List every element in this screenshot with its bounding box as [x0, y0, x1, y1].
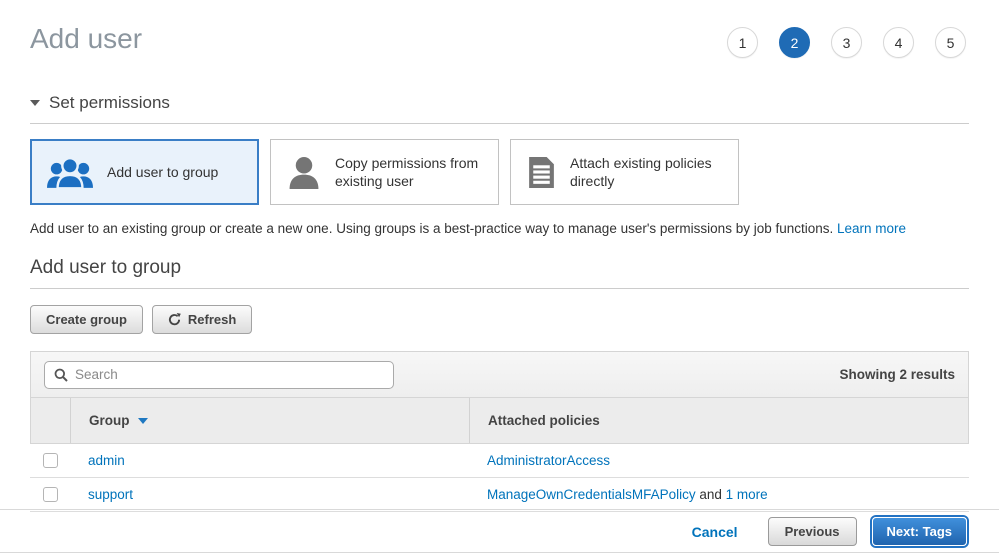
column-header-attached-policies: Attached policies — [470, 398, 968, 443]
option-attach-policies[interactable]: Attach existing policies directly — [510, 139, 739, 205]
and-text: and — [696, 487, 726, 502]
search-input[interactable] — [75, 367, 384, 382]
section-title: Set permissions — [49, 93, 170, 113]
option-label: Copy permissions from existing user — [335, 154, 486, 190]
table-toolbar: Showing 2 results — [30, 351, 969, 398]
option-label: Add user to group — [107, 163, 218, 181]
row-checkbox[interactable] — [43, 487, 58, 502]
add-user-wizard-page: Add user 1 2 3 4 5 Set permissions — [0, 0, 999, 557]
learn-more-link[interactable]: Learn more — [837, 221, 906, 236]
search-box[interactable] — [44, 361, 394, 389]
group-actions: Create group Refresh — [30, 305, 969, 334]
wizard-footer: Cancel Previous Next: Tags — [692, 517, 967, 546]
cancel-button[interactable]: Cancel — [692, 524, 738, 540]
description-text: Add user to an existing group or create … — [30, 221, 833, 236]
policy-link[interactable]: ManageOwnCredentialsMFAPolicy — [487, 487, 696, 502]
groups-description: Add user to an existing group or create … — [30, 221, 969, 236]
group-name-link[interactable]: support — [88, 487, 133, 502]
table-header-row: Group Attached policies — [30, 398, 969, 444]
step-3[interactable]: 3 — [831, 27, 862, 58]
results-count: Showing 2 results — [839, 367, 955, 382]
heading-divider — [30, 288, 969, 289]
step-1[interactable]: 1 — [727, 27, 758, 58]
more-policies-link[interactable]: 1 more — [726, 487, 768, 502]
step-5[interactable]: 5 — [935, 27, 966, 58]
table-row: admin AdministratorAccess — [30, 444, 969, 478]
create-group-button[interactable]: Create group — [30, 305, 143, 334]
option-copy-permissions[interactable]: Copy permissions from existing user — [270, 139, 499, 205]
refresh-icon — [168, 313, 181, 326]
add-user-to-group-heading: Add user to group — [30, 257, 969, 279]
next-tags-button[interactable]: Next: Tags — [872, 517, 968, 546]
table-row: support ManageOwnCredentialsMFAPolicy an… — [30, 478, 969, 512]
set-permissions-section-toggle[interactable]: Set permissions — [30, 93, 969, 113]
group-name-link[interactable]: admin — [88, 453, 125, 468]
user-icon — [287, 156, 321, 189]
page-title: Add user — [30, 22, 142, 56]
groups-table: Showing 2 results Group Attached policie… — [30, 351, 969, 512]
footer-divider — [0, 509, 999, 510]
document-icon — [527, 156, 556, 189]
step-4[interactable]: 4 — [883, 27, 914, 58]
permission-option-cards: Add user to group Copy permissions from … — [30, 139, 969, 205]
option-add-user-to-group[interactable]: Add user to group — [30, 139, 259, 205]
collapse-caret-icon — [30, 100, 40, 106]
sort-descending-icon — [138, 418, 148, 424]
wizard-step-indicator: 1 2 3 4 5 — [727, 27, 966, 58]
user-group-icon — [47, 156, 93, 189]
refresh-button[interactable]: Refresh — [152, 305, 252, 334]
page-header: Add user 1 2 3 4 5 — [30, 0, 969, 58]
previous-button[interactable]: Previous — [768, 517, 857, 546]
step-2-active[interactable]: 2 — [779, 27, 810, 58]
policy-link[interactable]: AdministratorAccess — [487, 453, 610, 468]
select-all-column — [31, 398, 71, 443]
search-icon — [54, 368, 68, 382]
bottom-divider — [0, 552, 999, 553]
option-label: Attach existing policies directly — [570, 154, 726, 190]
row-checkbox[interactable] — [43, 453, 58, 468]
section-divider — [30, 123, 969, 124]
column-header-group[interactable]: Group — [71, 398, 470, 443]
